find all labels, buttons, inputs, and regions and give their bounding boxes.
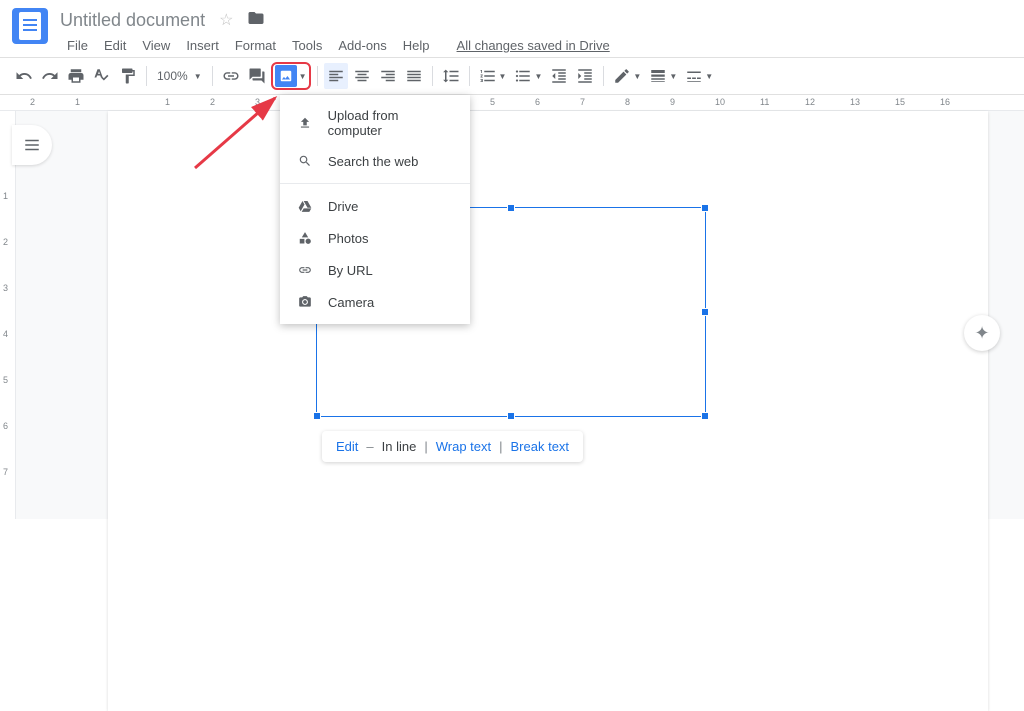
photos-option[interactable]: Photos (280, 222, 470, 254)
menu-edit[interactable]: Edit (97, 34, 133, 57)
menu-addons[interactable]: Add-ons (331, 34, 393, 57)
explore-fab[interactable]: ✦ (964, 315, 1000, 351)
separator (317, 66, 318, 86)
resize-handle[interactable] (701, 204, 709, 212)
by-url-option[interactable]: By URL (280, 254, 470, 286)
image-options-toolbar: Edit – In line | Wrap text | Break text (322, 431, 583, 462)
upload-from-computer[interactable]: Upload from computer (280, 101, 470, 145)
align-center-button[interactable] (350, 63, 374, 89)
align-justify-button[interactable] (402, 63, 426, 89)
align-right-button[interactable] (376, 63, 400, 89)
increase-indent-button[interactable] (573, 63, 597, 89)
camera-option[interactable]: Camera (280, 286, 470, 318)
insert-image-caret-icon[interactable]: ▼ (299, 72, 307, 81)
move-folder-icon[interactable] (247, 9, 265, 32)
separator (212, 66, 213, 86)
drive-option[interactable]: Drive (280, 190, 470, 222)
resize-handle[interactable] (701, 308, 709, 316)
outline-toggle[interactable] (12, 125, 52, 165)
border-color-button[interactable]: ▼ (610, 63, 644, 89)
separator (432, 66, 433, 86)
toolbar: 100%▼ ▼ ▼ ▼ ▼ ▼ ▼ (0, 57, 1024, 95)
resize-handle[interactable] (701, 412, 709, 420)
document-title[interactable]: Untitled document (60, 10, 205, 31)
numbered-list-button[interactable]: ▼ (476, 63, 510, 89)
insert-image-highlight: ▼ (271, 62, 311, 90)
horizontal-ruler: 2 1 1 2 3 4 5 6 7 8 9 10 11 12 13 15 16 (0, 95, 1024, 111)
resize-handle[interactable] (507, 204, 515, 212)
zoom-selector[interactable]: 100%▼ (153, 69, 206, 83)
align-left-button[interactable] (324, 63, 348, 89)
break-text-option[interactable]: Break text (511, 439, 570, 454)
menu-file[interactable]: File (60, 34, 95, 57)
resize-handle[interactable] (507, 412, 515, 420)
inline-option[interactable]: In line (382, 439, 417, 454)
search-icon (296, 152, 314, 170)
search-the-web[interactable]: Search the web (280, 145, 470, 177)
docs-logo-icon[interactable] (12, 8, 48, 44)
vertical-ruler: 1 2 3 4 5 6 7 (0, 111, 16, 519)
redo-button[interactable] (38, 63, 62, 89)
menu-insert[interactable]: Insert (179, 34, 226, 57)
separator (146, 66, 147, 86)
separator (603, 66, 604, 86)
separator (469, 66, 470, 86)
border-weight-button[interactable]: ▼ (646, 63, 680, 89)
print-button[interactable] (64, 63, 88, 89)
menu-view[interactable]: View (135, 34, 177, 57)
menu-format[interactable]: Format (228, 34, 283, 57)
undo-button[interactable] (12, 63, 36, 89)
camera-icon (296, 293, 314, 311)
photos-icon (296, 229, 314, 247)
resize-handle[interactable] (313, 412, 321, 420)
spellcheck-button[interactable] (90, 63, 114, 89)
edit-image-link[interactable]: Edit (336, 439, 358, 454)
insert-image-menu: Upload from computer Search the web Driv… (280, 95, 470, 324)
upload-icon (296, 114, 314, 132)
border-dash-button[interactable]: ▼ (682, 63, 716, 89)
drive-icon (296, 197, 314, 215)
line-spacing-button[interactable] (439, 63, 463, 89)
wrap-text-option[interactable]: Wrap text (436, 439, 491, 454)
link-icon (296, 261, 314, 279)
menu-divider (280, 183, 470, 184)
insert-comment-button[interactable] (245, 63, 269, 89)
bulleted-list-button[interactable]: ▼ (511, 63, 545, 89)
insert-image-button[interactable] (275, 65, 297, 87)
star-icon[interactable]: ☆ (219, 10, 233, 30)
paint-format-button[interactable] (116, 63, 140, 89)
save-status[interactable]: All changes saved in Drive (457, 38, 610, 53)
menu-help[interactable]: Help (396, 34, 437, 57)
decrease-indent-button[interactable] (547, 63, 571, 89)
menu-tools[interactable]: Tools (285, 34, 329, 57)
insert-link-button[interactable] (219, 63, 243, 89)
